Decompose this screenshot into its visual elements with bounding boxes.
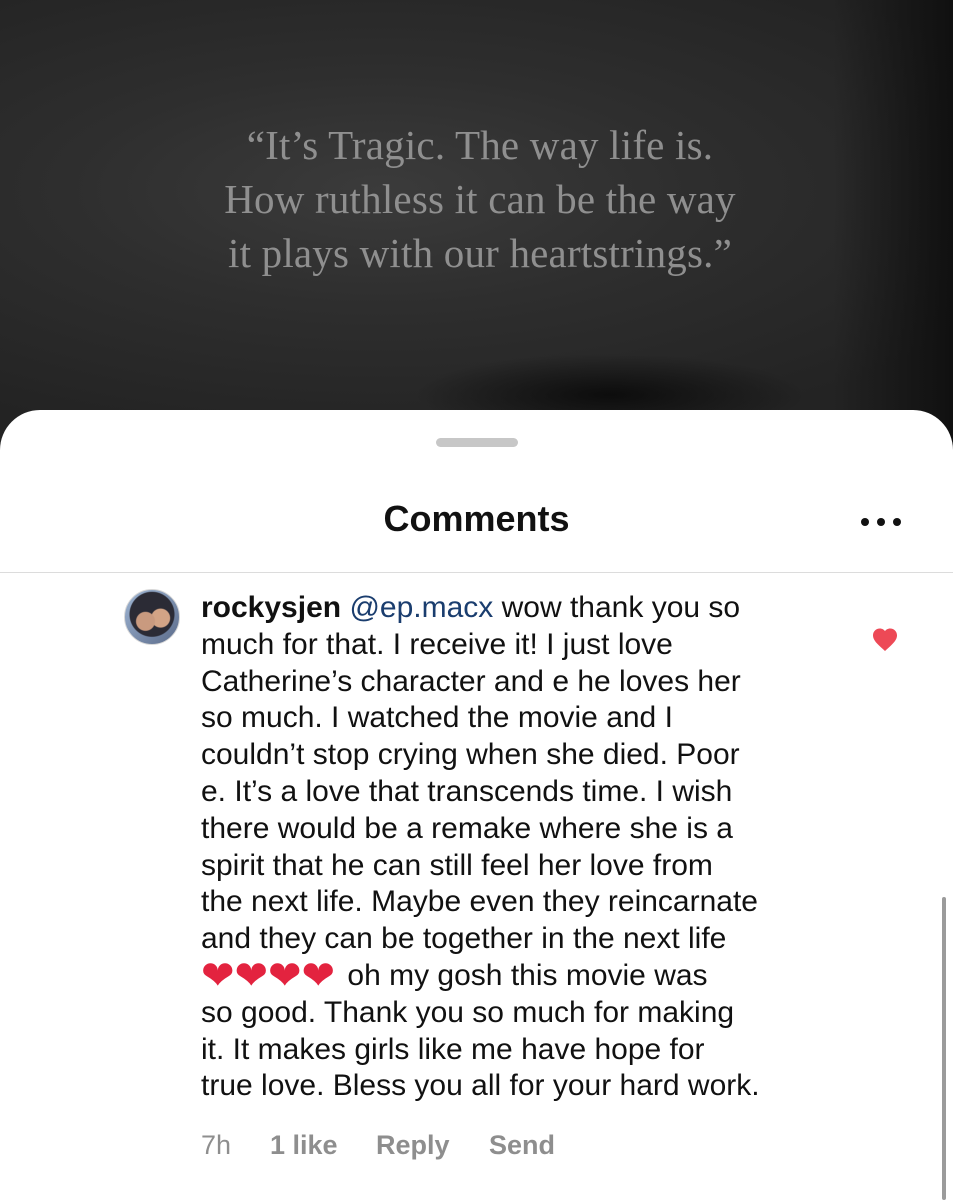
like-heart-icon[interactable] <box>871 626 899 652</box>
comment-text: rockysjen @ep.macx wow thank you so much… <box>201 590 841 1105</box>
like-count-button[interactable]: 1 like <box>270 1130 376 1161</box>
send-button[interactable]: Send <box>489 1130 555 1161</box>
comment-meta: 7h 1 like Reply Send <box>201 1130 555 1161</box>
comment-line: true love. Bless you all for your hard w… <box>201 1069 760 1103</box>
quote-line-1: “It’s Tragic. The way life is. <box>246 122 714 168</box>
comment-line: couldn’t stop crying when she died. Poor <box>201 738 740 772</box>
comment-line: it. It makes girls like me have hope for <box>201 1032 705 1066</box>
background-photo: “It’s Tragic. The way life is. How ruthl… <box>0 0 953 470</box>
more-options-icon[interactable] <box>861 510 901 534</box>
avatar[interactable] <box>124 589 180 645</box>
quote-line-2: How ruthless it can be the way <box>224 176 736 222</box>
comment-line: much for that. I receive it! I just love <box>201 627 673 661</box>
comment-line: ❤❤❤❤ oh my gosh this movie was <box>201 953 841 998</box>
comment-line: e. It’s a love that transcends time. I w… <box>201 774 733 808</box>
scrollbar[interactable] <box>942 897 946 1200</box>
comment-time: 7h <box>201 1130 232 1160</box>
comment-line-text: oh my gosh this movie was <box>339 958 708 992</box>
comment-line: so much. I watched the movie and I <box>201 701 673 735</box>
sheet-title: Comments <box>383 498 570 539</box>
comment-line: rockysjen @ep.macx wow thank you so <box>201 590 841 627</box>
comment-line: spirit that he can still feel her love f… <box>201 848 713 882</box>
comment-username[interactable]: rockysjen <box>201 591 341 624</box>
sheet-grabber[interactable] <box>436 438 518 447</box>
quote-line-3: it plays with our heartstrings.” <box>227 230 732 276</box>
reply-button[interactable]: Reply <box>376 1130 489 1161</box>
comment-line: the next life. Maybe even they reincarna… <box>201 885 758 919</box>
red-heart-emoji-icon: ❤❤❤❤ <box>201 953 336 998</box>
header-divider <box>0 572 953 573</box>
comment-line-text: wow thank you so <box>493 591 741 624</box>
comment-line: so good. Thank you so much for making <box>201 995 735 1029</box>
comment-line: Catherine’s character and e he loves her <box>201 664 741 698</box>
comments-sheet: Comments rockysjen @ep.macx wow thank yo… <box>0 410 953 1200</box>
like-heart-shape <box>872 628 898 652</box>
comment-line: there would be a remake where she is a <box>201 811 733 845</box>
comment-mention[interactable]: @ep.macx <box>349 591 493 624</box>
comment-line: and they can be together in the next lif… <box>201 922 727 956</box>
quote-text: “It’s Tragic. The way life is. How ruthl… <box>160 118 800 280</box>
photo-shadow <box>833 0 953 470</box>
